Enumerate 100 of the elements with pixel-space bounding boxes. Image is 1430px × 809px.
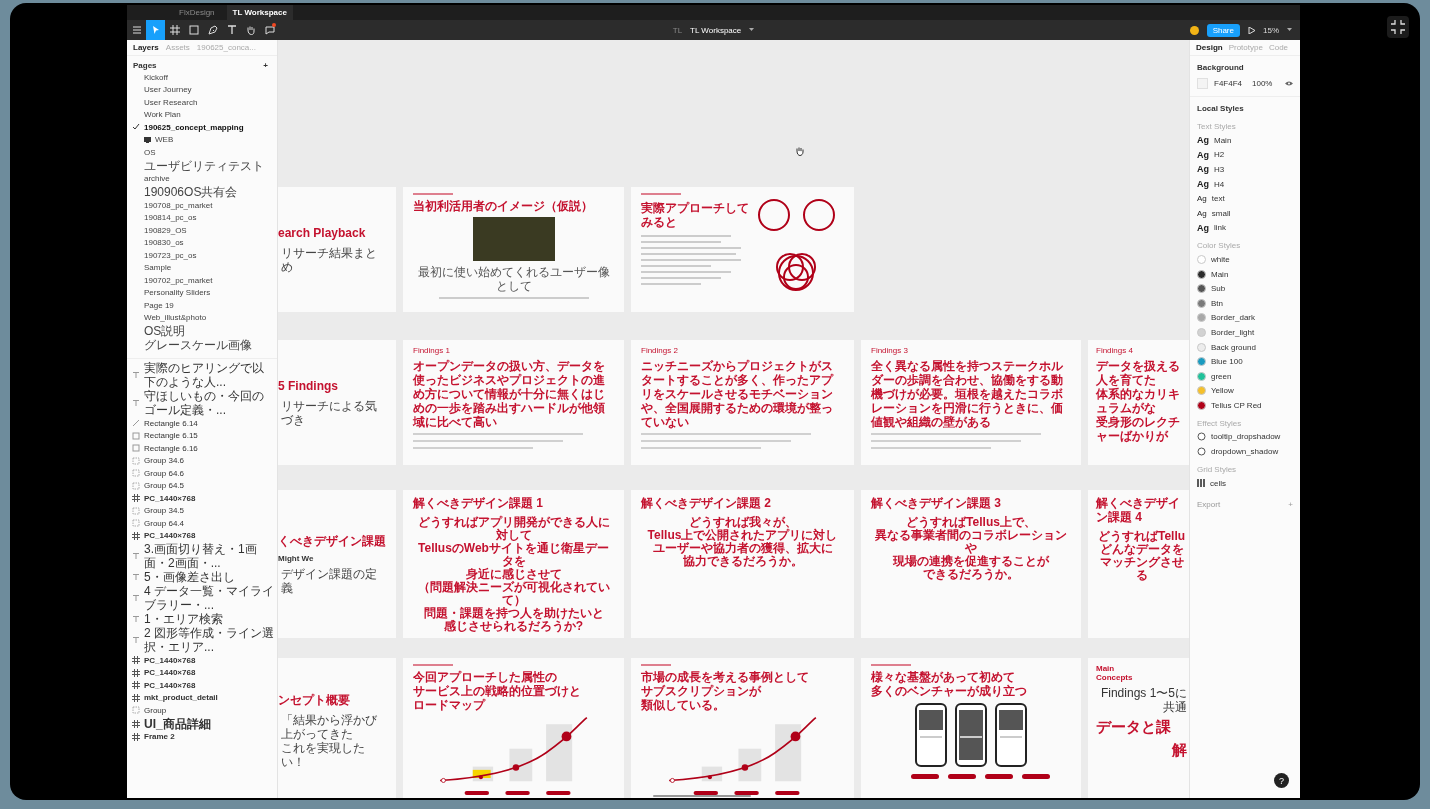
page-item[interactable]: WEB — [155, 135, 174, 145]
file-name[interactable]: TL Workspace — [690, 25, 742, 35]
page-item[interactable]: グレースケール画像 — [144, 338, 252, 352]
page-item[interactable]: Web_illust&photo — [144, 313, 207, 323]
eye-icon[interactable] — [1285, 81, 1293, 86]
text-tool-icon[interactable] — [225, 24, 238, 36]
color-style-name[interactable]: Back ground — [1211, 342, 1256, 352]
square-icon[interactable] — [187, 24, 200, 36]
text-style-name[interactable]: Main — [1214, 135, 1232, 145]
page-item[interactable]: 190814_pc_os — [144, 213, 197, 223]
panel-tab[interactable]: Layers — [133, 43, 159, 52]
layer-item[interactable]: PC_1440×768 — [144, 531, 196, 541]
zoom-level[interactable]: 15% — [1263, 25, 1279, 35]
text-style-name[interactable]: link — [1214, 223, 1226, 233]
layer-item[interactable]: PC_1440×768 — [144, 680, 196, 690]
page-item[interactable]: 190830_os — [144, 238, 184, 248]
page-item[interactable]: ユーザビリティテスト — [144, 158, 264, 173]
page-item[interactable]: Work Plan — [144, 110, 181, 120]
page-item[interactable]: Personality Sliders — [144, 288, 211, 298]
page-item[interactable]: archive — [144, 174, 170, 184]
page-item[interactable]: User Journey — [144, 85, 192, 95]
slide-heading: 市場の成長を考える事例として — [641, 670, 810, 684]
page-item[interactable]: 190906OS共有会 — [144, 185, 238, 199]
text-style-name[interactable]: text — [1211, 194, 1225, 204]
layer-item[interactable]: 守ほしいもの・今回のゴール定義・... — [144, 389, 274, 417]
speech-bubble-icon[interactable] — [263, 24, 276, 36]
color-style-name[interactable]: Border_dark — [1211, 313, 1256, 323]
effect-style-name[interactable]: dropdown_shadow — [1211, 447, 1279, 457]
exit-fullscreen-icon[interactable] — [1387, 16, 1409, 38]
page-item[interactable]: 190829_OS — [144, 225, 187, 235]
layer-item[interactable]: 4 データ一覧・マイライブラリー・... — [144, 584, 274, 612]
page-item[interactable]: OS — [144, 147, 156, 157]
layer-item[interactable]: Group 64.4 — [144, 518, 185, 528]
add-page-button[interactable]: + — [263, 61, 268, 70]
pen-icon[interactable] — [206, 24, 219, 36]
caret-icon[interactable] — [1287, 28, 1292, 32]
color-style-name[interactable]: Yellow — [1211, 386, 1234, 396]
page-item[interactable]: 190708_pc_market — [144, 200, 213, 210]
stage-pill — [464, 791, 490, 796]
text-style-name[interactable]: H2 — [1214, 150, 1225, 160]
layer-item[interactable]: Group 34.5 — [144, 506, 185, 516]
frame-grid-icon[interactable] — [168, 24, 181, 36]
layer-item[interactable]: Group 34.6 — [144, 456, 185, 466]
panel-tab[interactable]: Design — [1196, 43, 1223, 52]
page-item[interactable]: 190723_pc_os — [144, 250, 197, 260]
layer-item[interactable]: 1・エリア検索 — [144, 612, 223, 626]
layer-item[interactable]: Group — [144, 705, 167, 715]
hand-icon[interactable] — [244, 24, 257, 36]
page-item[interactable]: Sample — [144, 263, 172, 273]
slide-heading: 類似している。 — [641, 698, 726, 712]
color-style-name[interactable]: Main — [1211, 269, 1229, 279]
page-item[interactable]: OS説明 — [144, 324, 186, 338]
layer-item[interactable]: 5・画像差さ出し — [144, 570, 235, 584]
challenge-heading: 解くべきデザイン課題 2 — [641, 496, 772, 510]
layer-item[interactable]: Group 64.5 — [144, 481, 185, 491]
layer-item[interactable]: Rectangle 6.16 — [144, 443, 198, 453]
layer-item[interactable]: mkt_product_detail — [144, 693, 218, 703]
color-swatch[interactable] — [1197, 78, 1208, 89]
text-style-name[interactable]: small — [1211, 208, 1231, 218]
help-button[interactable]: ? — [1274, 773, 1289, 788]
color-style-name[interactable]: Sub — [1211, 284, 1226, 294]
layer-item[interactable]: 3.画面切り替え・1画面・2画面・... — [144, 542, 274, 570]
text-layer-icon — [132, 399, 140, 407]
group-icon — [132, 706, 140, 715]
color-style-name[interactable]: Blue 100 — [1211, 357, 1243, 367]
play-icon[interactable] — [1248, 26, 1255, 34]
color-style-name[interactable]: Tellus CP Red — [1211, 400, 1262, 410]
page-item[interactable]: User Research — [144, 97, 198, 107]
layer-item[interactable]: Rectangle 6.14 — [144, 418, 198, 428]
effect-style-name[interactable]: tooltip_dropshadow — [1211, 432, 1281, 442]
layer-item[interactable]: PC_1440×768 — [144, 655, 196, 665]
opacity-value[interactable]: 100% — [1248, 79, 1279, 88]
layer-item[interactable]: PC_1440×768 — [144, 493, 196, 503]
text-style-name[interactable]: H4 — [1214, 179, 1225, 189]
layer-item[interactable]: Rectangle 6.15 — [144, 431, 198, 441]
caret-icon[interactable] — [749, 28, 755, 32]
color-style-name[interactable]: Btn — [1211, 298, 1223, 308]
page-item[interactable]: 190625_concept_mapping — [144, 122, 244, 132]
page-item[interactable]: Page 19 — [144, 300, 174, 310]
page-item[interactable]: Kickoff — [144, 72, 168, 82]
layer-item[interactable]: 2 図形等作成・ライン選択・エリア... — [144, 626, 274, 654]
page-item[interactable]: 190702_pc_market — [144, 275, 213, 285]
layer-item[interactable]: 実際のヒアリングで以下のような人... — [144, 361, 274, 389]
scrollbar-thumb[interactable] — [653, 795, 751, 797]
grid-style-name[interactable]: cells — [1210, 478, 1226, 488]
avatar-icon[interactable] — [1189, 25, 1199, 35]
text-style-name[interactable]: H3 — [1214, 165, 1225, 174]
layer-item[interactable]: UI_商品詳細 — [144, 716, 211, 731]
menu-icon[interactable] — [130, 24, 143, 36]
hex-value[interactable]: F4F4F4 — [1214, 79, 1242, 88]
file-tab[interactable]: FlxDesign — [173, 5, 221, 20]
color-style-name[interactable]: white — [1211, 254, 1230, 264]
color-style-name[interactable]: Border_light — [1211, 327, 1255, 337]
layer-item[interactable]: Frame 2 — [144, 732, 175, 742]
challenge-question: 協力できるだろうか。 — [682, 555, 803, 568]
layer-item[interactable]: Group 64.6 — [144, 468, 185, 478]
layer-item[interactable]: PC_1440×768 — [144, 668, 196, 678]
challenge-question: どんなデータを — [1098, 543, 1185, 556]
color-style-name[interactable]: green — [1211, 371, 1232, 381]
file-tab[interactable]: TL Workspace — [226, 5, 293, 20]
